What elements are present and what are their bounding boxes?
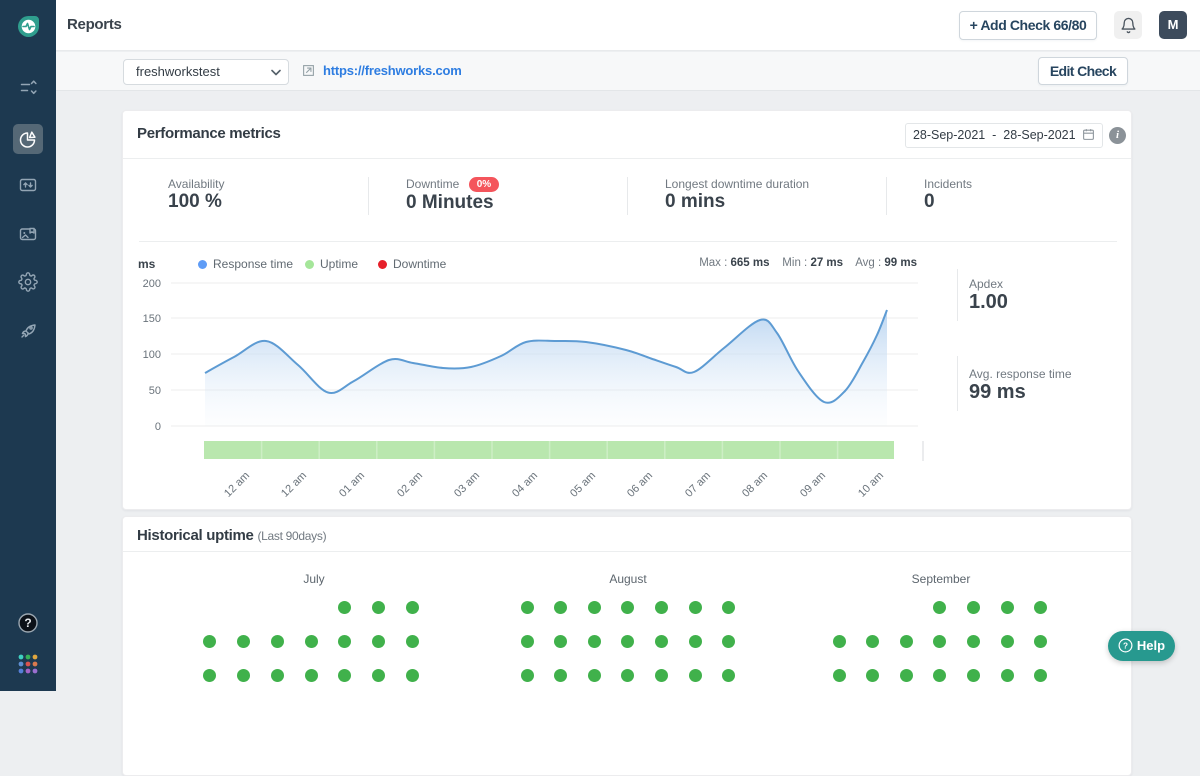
svg-text:200: 200: [143, 278, 161, 290]
svg-text:12 am: 12 am: [222, 470, 252, 500]
svg-text:07 am: 07 am: [683, 470, 713, 500]
svg-text:09 am: 09 am: [798, 470, 828, 500]
svg-text:06 am: 06 am: [625, 470, 655, 500]
svg-text:150: 150: [143, 313, 161, 325]
svg-text:01 am: 01 am: [337, 470, 367, 500]
svg-text:02 am: 02 am: [395, 470, 425, 500]
svg-text:08 am: 08 am: [740, 470, 770, 500]
svg-text:04 am: 04 am: [510, 470, 540, 500]
svg-text:05 am: 05 am: [568, 470, 598, 500]
svg-text:?: ?: [24, 616, 31, 630]
svg-text:?: ?: [1123, 642, 1128, 651]
svg-text:03 am: 03 am: [452, 470, 482, 500]
svg-text:12 am: 12 am: [279, 470, 309, 500]
svg-text:50: 50: [149, 385, 161, 397]
svg-text:10 am: 10 am: [856, 470, 886, 500]
svg-text:100: 100: [143, 349, 161, 361]
svg-text:0: 0: [155, 421, 161, 433]
